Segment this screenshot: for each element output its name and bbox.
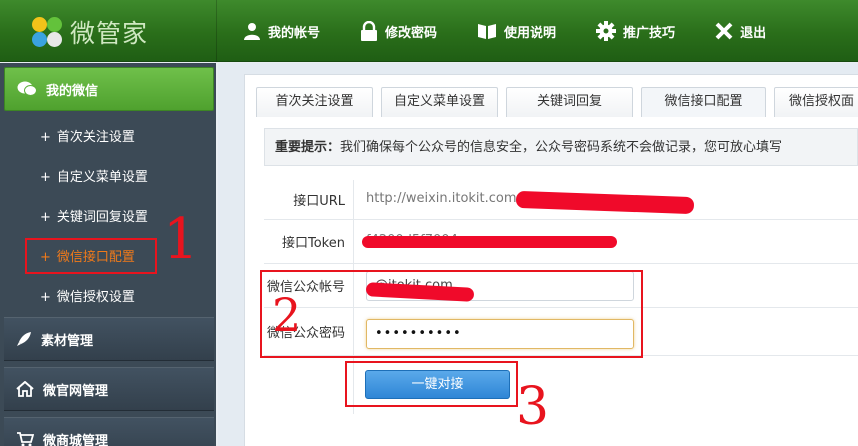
annotation-number-2: 2	[272, 288, 302, 342]
sidebar-section-shop[interactable]: 微商城管理	[4, 417, 214, 446]
nav-my-account[interactable]: 我的帐号	[243, 0, 320, 62]
sidebar-section-materials[interactable]: 素材管理	[4, 317, 214, 361]
nav-instructions[interactable]: 使用说明	[477, 0, 556, 62]
token-label: 接口Token	[264, 220, 354, 263]
annotation-box-2	[260, 270, 643, 358]
tab-interface-config[interactable]: 微信接口配置	[641, 87, 766, 117]
sidebar-item-label: 关键词回复设置	[56, 210, 148, 225]
annotation-number-1: 1	[163, 207, 199, 272]
sidebar-item-label: 微信授权设置	[56, 290, 135, 305]
sidebar-item-label: 首次关注设置	[56, 130, 135, 145]
top-bar: 微管家 我的帐号 修改密码 使用说明 推广技巧 退出	[0, 0, 858, 62]
annotation-number-3: 3	[516, 377, 550, 437]
cart-icon	[17, 432, 34, 446]
nav-promotion-tips[interactable]: 推广技巧	[596, 0, 675, 62]
top-nav: 我的帐号 修改密码 使用说明 推广技巧 退出	[243, 0, 806, 62]
sidebar-section-label: 我的微信	[46, 83, 99, 99]
nav-label: 退出	[740, 25, 767, 41]
nav-divider	[216, 0, 217, 62]
sidebar-section-label: 微商城管理	[43, 433, 109, 446]
nav-label: 修改密码	[385, 25, 438, 41]
chat-icon	[17, 81, 37, 96]
sidebar-item-label: 自定义菜单设置	[56, 170, 148, 185]
sidebar-item-authorization[interactable]: + 微信授权设置	[40, 287, 135, 309]
annotation-box-1	[25, 238, 157, 274]
nav-label: 我的帐号	[268, 25, 321, 41]
user-icon	[244, 23, 260, 40]
sidebar-section-my-wechat[interactable]: 我的微信	[4, 67, 214, 111]
sidebar-section-website[interactable]: 微官网管理	[4, 367, 214, 411]
nav-change-password[interactable]: 修改密码	[360, 0, 437, 62]
tab-bar: 首次关注设置 自定义菜单设置 关键词回复 微信接口配置 微信授权面	[256, 87, 858, 117]
url-label: 接口URL	[264, 180, 354, 219]
lock-icon	[361, 21, 378, 41]
nav-label: 使用说明	[504, 25, 557, 41]
notice-title: 重要提示：	[275, 140, 341, 155]
logo: 微管家	[30, 14, 148, 50]
home-icon	[16, 381, 34, 397]
sidebar-item-custom-menu[interactable]: + 自定义菜单设置	[40, 167, 148, 189]
redaction-mark	[362, 236, 617, 248]
close-icon	[715, 22, 733, 40]
sidebar-section-label: 微官网管理	[43, 383, 109, 399]
sidebar-section-label: 素材管理	[41, 333, 94, 349]
sidebar-item-first-follow[interactable]: + 首次关注设置	[40, 127, 135, 149]
nav-label: 推广技巧	[623, 25, 676, 41]
gear-icon	[596, 21, 617, 41]
url-value: http://weixin.itokit.com	[366, 191, 517, 206]
tab-keyword-reply[interactable]: 关键词回复	[506, 87, 633, 117]
book-icon	[478, 24, 497, 39]
submit-row-label	[264, 356, 354, 414]
annotation-box-3	[345, 361, 518, 407]
rocket-icon	[17, 332, 31, 346]
tab-custom-menu[interactable]: 自定义菜单设置	[381, 87, 498, 117]
tab-first-follow[interactable]: 首次关注设置	[256, 87, 373, 117]
tab-authorization[interactable]: 微信授权面	[774, 87, 858, 117]
sidebar-item-keyword-reply[interactable]: + 关键词回复设置	[40, 207, 148, 229]
notice-banner: 重要提示：我们确保每个公众号的信息安全，公众号密码系统不会做记录，您可放心填写	[264, 128, 858, 166]
nav-logout[interactable]: 退出	[715, 0, 766, 62]
logo-text: 微管家	[70, 19, 149, 48]
logo-mark-icon	[30, 15, 64, 49]
notice-text: 我们确保每个公众号的信息安全，公众号密码系统不会做记录，您可放心填写	[340, 140, 783, 155]
